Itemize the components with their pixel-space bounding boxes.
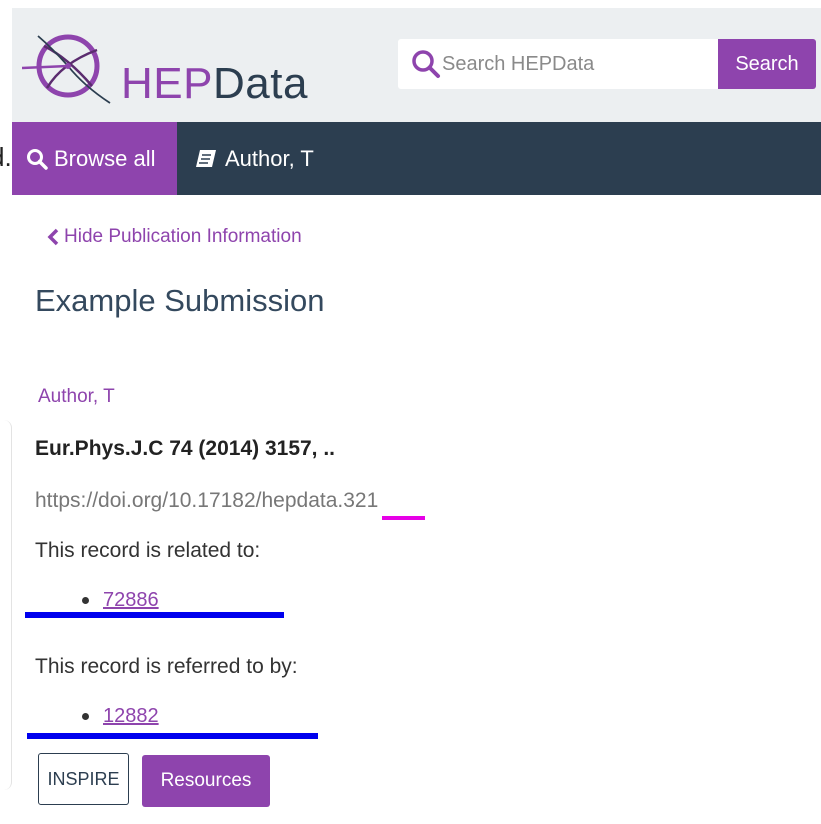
author-link[interactable]: Author, T xyxy=(38,386,115,408)
referred-record-link[interactable]: 12882 xyxy=(103,705,159,728)
search-input[interactable] xyxy=(442,49,702,79)
author-nav-label: Author, T xyxy=(225,145,314,171)
related-list: 72886 xyxy=(82,589,159,612)
referred-annotation-bar xyxy=(27,733,318,739)
browse-all-button[interactable]: Browse all xyxy=(12,122,177,195)
doi-text: https://doi.org/10.17182/hepdata.321 xyxy=(35,489,379,512)
related-record-link[interactable]: 72886 xyxy=(103,589,159,612)
list-item: 12882 xyxy=(82,705,159,728)
page-title: Example Submission xyxy=(35,283,325,318)
doi-annotation-underline xyxy=(382,516,425,520)
browse-all-label: Browse all xyxy=(54,145,156,171)
clipped-text: d. xyxy=(0,142,12,172)
navbar: Browse all Author, T xyxy=(12,122,821,195)
bullet xyxy=(82,597,89,604)
logo-data: Data xyxy=(212,59,308,108)
search-button[interactable]: Search xyxy=(718,39,816,89)
list-item: 72886 xyxy=(82,589,159,612)
inspire-button[interactable]: INSPIRE xyxy=(38,753,129,805)
hide-publication-link[interactable]: Hide Publication Information xyxy=(46,226,302,248)
referred-heading: This record is referred to by: xyxy=(35,655,298,678)
logo-hep: HEP xyxy=(121,59,213,108)
chevron-left-icon xyxy=(47,228,59,246)
search-icon xyxy=(412,50,440,78)
search-box xyxy=(398,39,719,89)
book-icon xyxy=(196,149,216,167)
hepdata-logo[interactable]: HEPData xyxy=(22,28,322,108)
left-panel-edge xyxy=(0,420,12,790)
referred-list: 12882 xyxy=(82,705,159,728)
search-icon xyxy=(27,148,48,170)
hide-publication-label: Hide Publication Information xyxy=(64,226,302,247)
atom-circle-icon xyxy=(22,34,111,104)
resources-button[interactable]: Resources xyxy=(142,755,270,807)
journal-reference: Eur.Phys.J.C 74 (2014) 3157, .. xyxy=(35,437,336,460)
bullet xyxy=(82,713,89,720)
logo-text: HEPData xyxy=(121,58,308,110)
site-header: HEPData Search xyxy=(12,8,821,122)
page: HEPData Search d. Browse all xyxy=(0,0,821,824)
related-heading: This record is related to: xyxy=(35,539,261,562)
author-nav-item[interactable]: Author, T xyxy=(195,122,314,195)
related-annotation-bar xyxy=(25,612,284,618)
